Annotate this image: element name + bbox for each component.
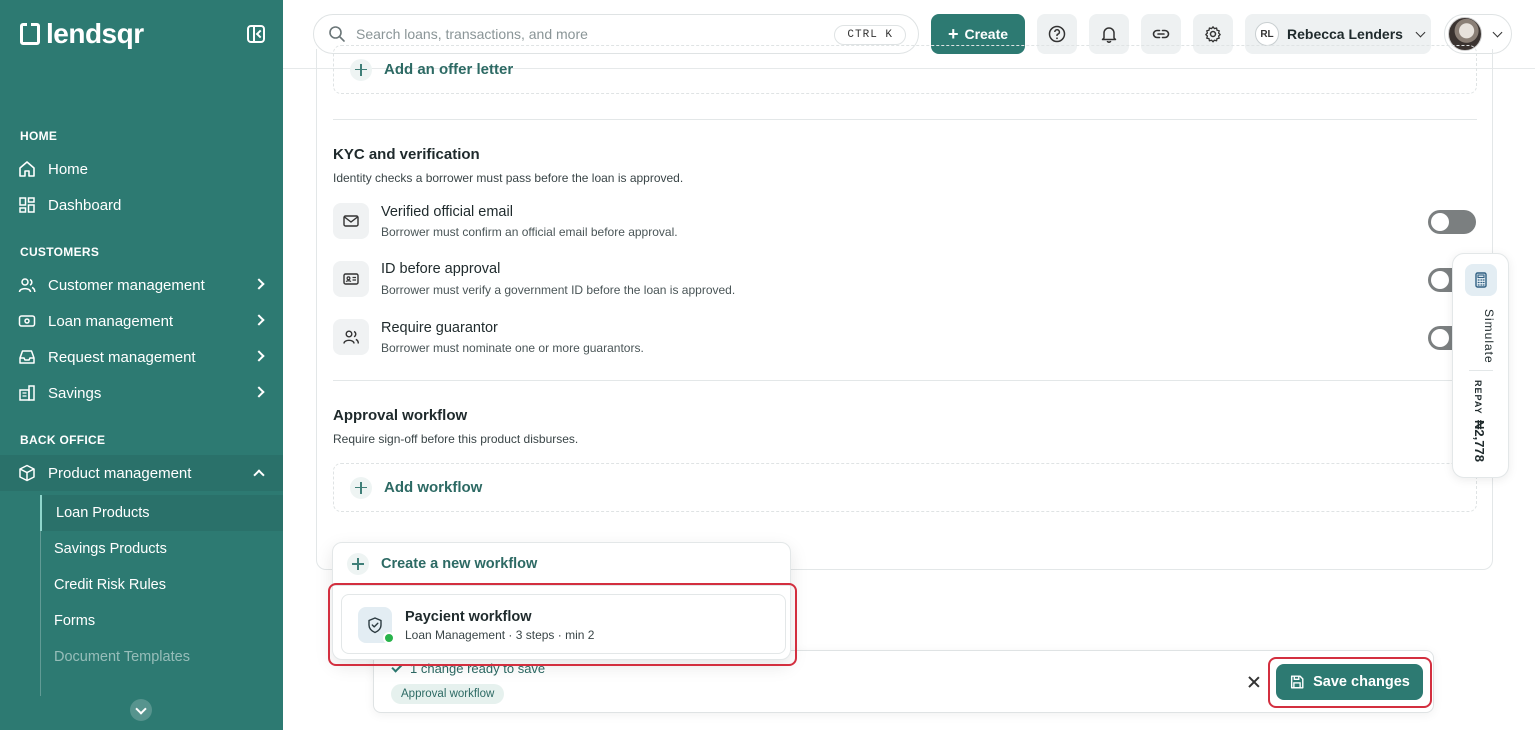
users-icon: [333, 319, 369, 355]
save-changes-button[interactable]: Save changes: [1276, 664, 1423, 700]
changed-section-chip: Approval workflow: [391, 684, 505, 704]
kyc-title: KYC and verification: [333, 146, 480, 163]
sidebar: lendsqr HOME Home Dashboard CUSTOMERS Cu…: [0, 0, 283, 730]
sidebar-subitem-credit-risk-rules[interactable]: Credit Risk Rules: [40, 567, 283, 603]
save-icon: [1289, 674, 1305, 690]
save-changes-label: Save changes: [1313, 674, 1410, 690]
kyc-row-title: ID before approval: [381, 261, 501, 277]
sidebar-item-loan-management[interactable]: Loan management: [0, 303, 283, 339]
chevron-right-icon: [253, 386, 265, 398]
sidebar-item-label: Dashboard: [48, 196, 122, 214]
chevron-right-icon: [253, 350, 265, 362]
inbox-icon: [18, 348, 36, 366]
divider: [1469, 370, 1493, 371]
user-initials-avatar: RL: [1255, 22, 1279, 46]
sidebar-item-label: Home: [48, 160, 89, 178]
sidebar-subitem-forms[interactable]: Forms: [40, 603, 283, 639]
plus-icon: [347, 553, 369, 575]
sidebar-item-savings[interactable]: Savings: [0, 375, 283, 411]
approval-workflow-title: Approval workflow: [333, 407, 468, 424]
kyc-subtitle: Identity checks a borrower must pass bef…: [333, 171, 684, 185]
bank-icon: [18, 384, 36, 402]
create-new-workflow-label: Create a new workflow: [381, 556, 538, 572]
section-home: HOME: [20, 129, 58, 143]
kyc-row-desc: Borrower must nominate one or more guara…: [381, 341, 644, 355]
sidebar-item-label: Loan management: [48, 312, 174, 330]
users-icon: [18, 276, 36, 294]
divider: [333, 380, 1477, 381]
approval-workflow-subtitle: Require sign-off before this product dis…: [333, 432, 579, 446]
add-workflow-button[interactable]: Add workflow: [333, 463, 1477, 512]
money-icon: [18, 312, 36, 330]
gear-icon: [1204, 25, 1222, 43]
link-icon: [1152, 25, 1170, 43]
logo[interactable]: lendsqr: [20, 18, 144, 50]
divider: [333, 119, 1477, 120]
create-button-label: Create: [964, 26, 1009, 42]
kyc-row-desc: Borrower must confirm an official email …: [381, 225, 678, 239]
plus-icon: [350, 58, 372, 81]
sidebar-subitem-savings-products[interactable]: Savings Products: [40, 531, 283, 567]
sidebar-item-label: Product management: [48, 464, 192, 482]
collapse-sidebar-icon[interactable]: [247, 25, 265, 43]
sidebar-subitem-document-templates[interactable]: Document Templates: [40, 639, 283, 675]
search-input[interactable]: [356, 26, 816, 42]
scroll-down-icon[interactable]: [130, 699, 152, 721]
create-new-workflow-option[interactable]: Create a new workflow: [333, 543, 792, 586]
close-icon[interactable]: [1248, 676, 1260, 688]
add-workflow-label: Add workflow: [384, 479, 483, 496]
logo-icon: [20, 23, 40, 45]
id-card-icon: [333, 261, 369, 297]
search-icon: [328, 25, 346, 43]
bell-icon: [1100, 25, 1118, 43]
sidebar-item-product-management[interactable]: Product management: [0, 455, 283, 491]
chevron-right-icon: [253, 278, 265, 290]
product-settings-card: Add an offer letter KYC and verification…: [316, 45, 1493, 570]
add-offer-letter-label: Add an offer letter: [384, 61, 514, 78]
mail-icon: [333, 203, 369, 239]
plus-icon: [350, 476, 372, 499]
help-icon: [1048, 25, 1066, 43]
user-name: Rebecca Lenders: [1287, 26, 1403, 42]
home-icon: [18, 160, 36, 178]
sidebar-item-label: Savings: [48, 384, 102, 402]
workflow-option-highlight: [328, 583, 797, 666]
chevron-up-icon: [253, 469, 265, 481]
calculator-icon: [1465, 264, 1497, 296]
kyc-row-desc: Borrower must verify a government ID bef…: [381, 283, 736, 297]
logo-text: lendsqr: [46, 18, 144, 49]
kyc-row-title: Verified official email: [381, 204, 513, 220]
section-back-office: BACK OFFICE: [20, 433, 106, 447]
repay-amount: ₦2,778: [1472, 420, 1487, 462]
plus-icon: +: [947, 24, 959, 44]
search-shortcut: CTRL K: [834, 25, 906, 45]
simulate-label: Simulate: [1482, 309, 1496, 364]
sidebar-item-customer-management[interactable]: Customer management: [0, 267, 283, 303]
sidebar-item-label: Customer management: [48, 276, 205, 294]
package-icon: [18, 464, 36, 482]
sidebar-item-home[interactable]: Home: [0, 151, 283, 187]
kyc-row-title: Require guarantor: [381, 320, 498, 336]
add-offer-letter-button[interactable]: Add an offer letter: [333, 45, 1477, 94]
section-customers: CUSTOMERS: [20, 245, 100, 259]
chevron-down-icon: [1492, 27, 1503, 37]
chevron-right-icon: [253, 314, 265, 326]
verified-email-toggle[interactable]: [1428, 210, 1476, 234]
sidebar-item-label: Request management: [48, 348, 196, 366]
sidebar-item-dashboard[interactable]: Dashboard: [0, 187, 283, 223]
dashboard-icon: [18, 196, 36, 214]
chevron-down-icon: [1415, 27, 1426, 37]
repay-label: REPAY: [1473, 380, 1483, 415]
sidebar-subitem-loan-products[interactable]: Loan Products: [40, 495, 283, 531]
sidebar-item-request-management[interactable]: Request management: [0, 339, 283, 375]
simulate-panel[interactable]: Simulate REPAY ₦2,778: [1452, 253, 1509, 478]
